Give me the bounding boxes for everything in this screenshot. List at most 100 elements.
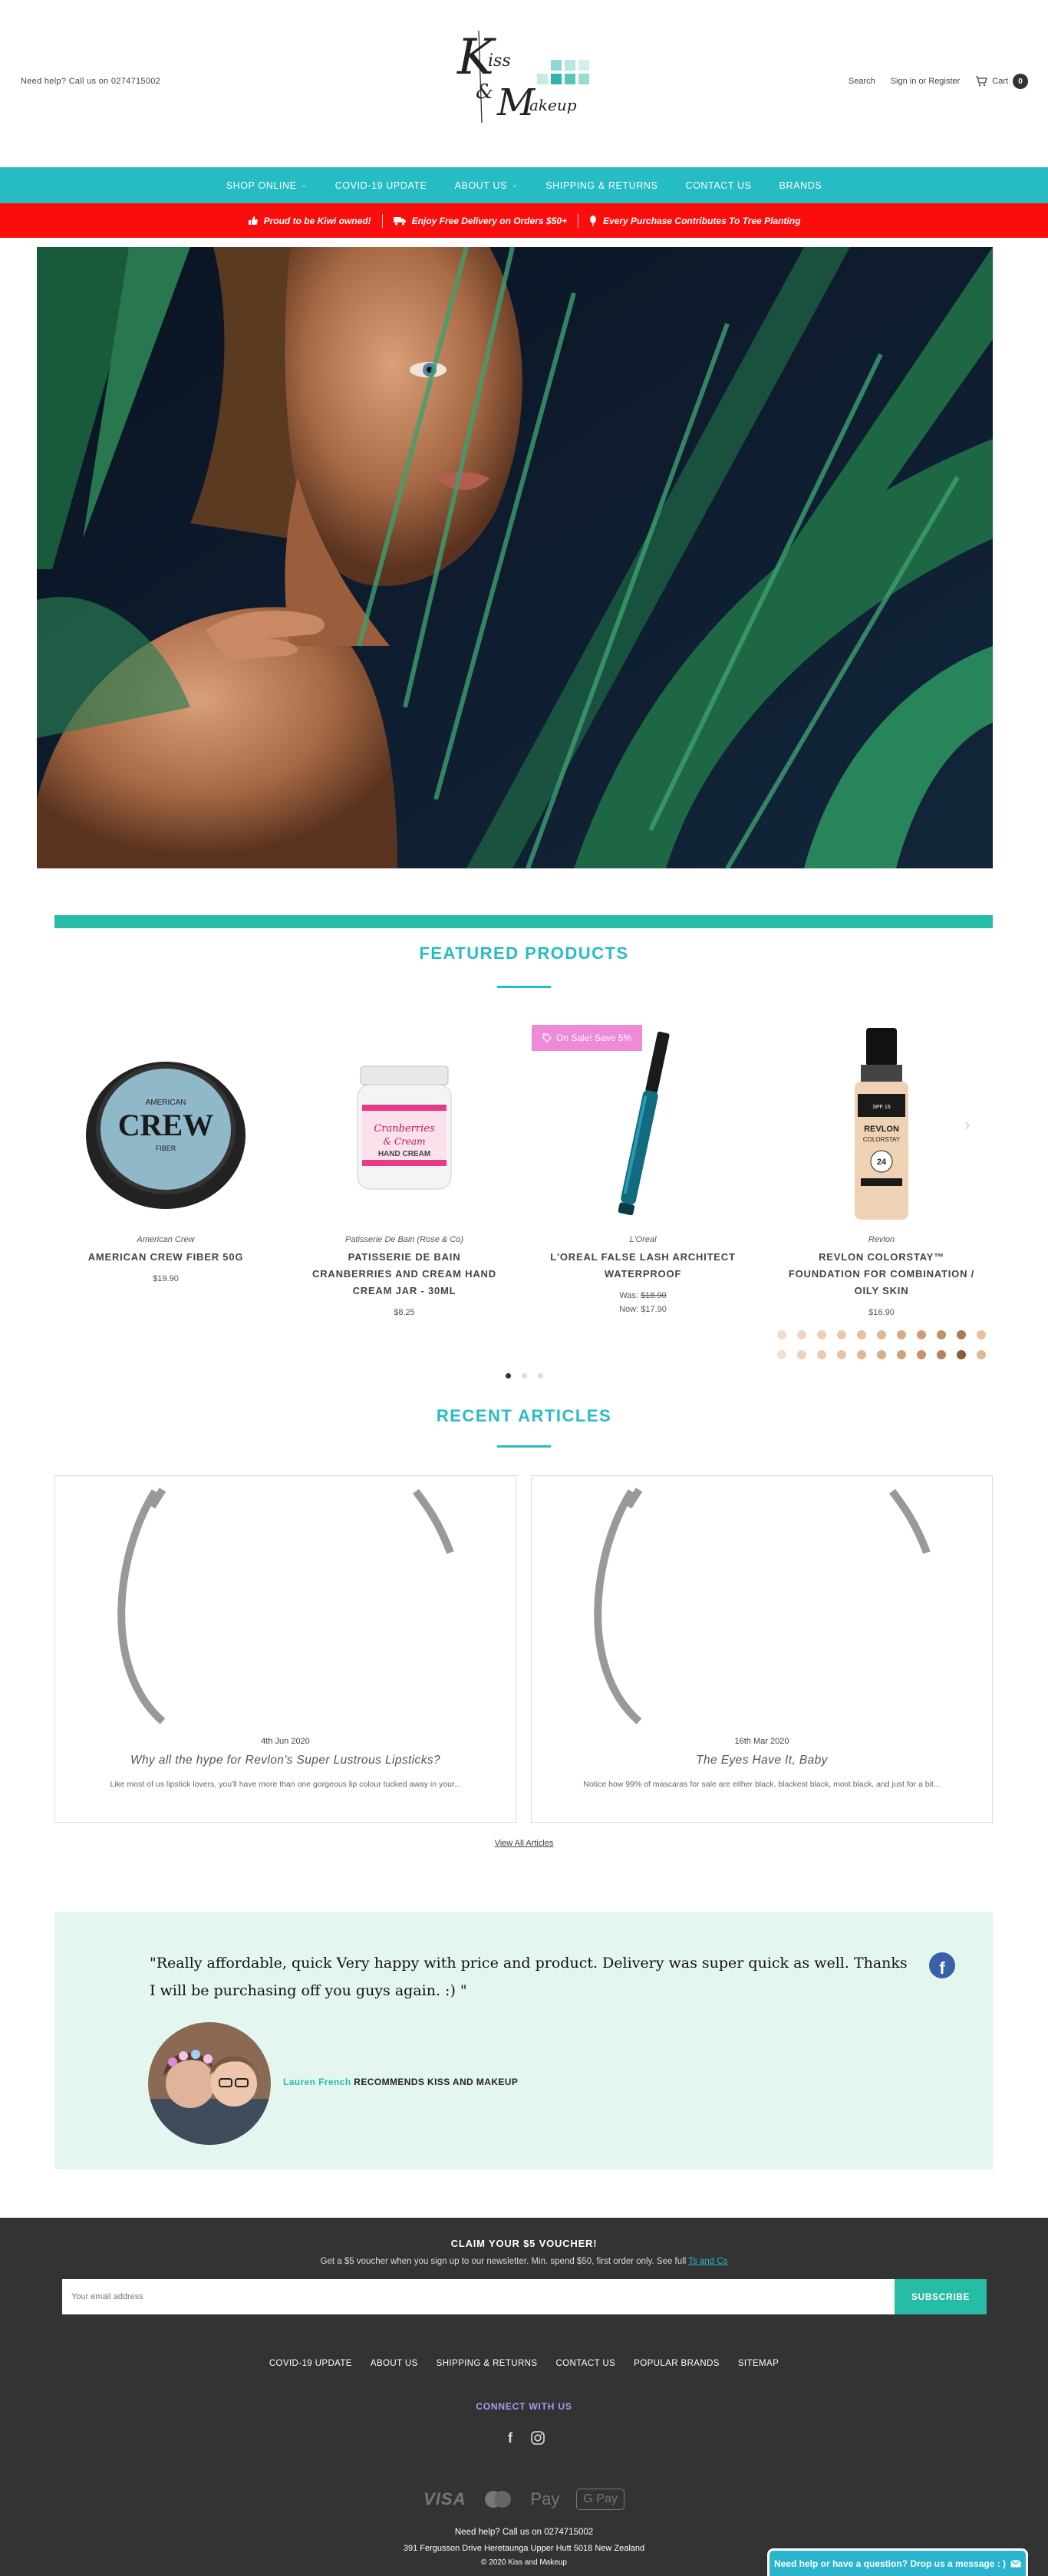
footer-link-about[interactable]: ABOUT US	[371, 2359, 418, 2368]
pagination-dot[interactable]	[537, 1373, 543, 1379]
promo-text: Proud to be Kiwi owned!	[263, 215, 371, 226]
footer-link-covid[interactable]: COVID-19 UPDATE	[269, 2359, 352, 2368]
footer-link-shipping[interactable]: SHIPPING & RETURNS	[437, 2359, 538, 2368]
article-excerpt: Notice how 99% of mascaras for sale are …	[583, 1780, 941, 1789]
shade-swatch[interactable]	[937, 1350, 946, 1359]
facebook-icon[interactable]: f	[503, 2429, 518, 2446]
shade-swatch[interactable]	[917, 1330, 926, 1339]
nav-covid-update[interactable]: COVID-19 UPDATE	[335, 180, 427, 191]
article-image-placeholder[interactable]	[532, 1476, 992, 1729]
shade-swatch[interactable]	[837, 1350, 846, 1359]
subscribe-button[interactable]: SUBSCRIBE	[895, 2279, 987, 2314]
search-link[interactable]: Search	[849, 77, 875, 86]
chevron-down-icon: ⌄	[512, 181, 519, 189]
shade-swatch[interactable]	[857, 1350, 866, 1359]
nav-brands[interactable]: BRANDS	[779, 180, 822, 191]
envelope-icon	[1010, 2559, 1021, 2567]
shade-swatch[interactable]	[897, 1350, 906, 1359]
product-card[interactable]: AMERICAN CREW FIBER American Crew AMERIC…	[54, 1020, 277, 1286]
avatar	[148, 2022, 271, 2145]
shade-swatch[interactable]	[817, 1330, 826, 1339]
chat-label: Need help or have a question? Drop us a …	[773, 2558, 1007, 2569]
chat-widget-button[interactable]: Need help or have a question? Drop us a …	[767, 2548, 1028, 2576]
connect-heading: CONNECT WITH US	[476, 2401, 572, 2412]
truck-icon	[393, 216, 406, 226]
shade-swatch[interactable]	[957, 1350, 966, 1359]
shade-swatch[interactable]	[837, 1330, 846, 1339]
product-name[interactable]: L'OREAL FALSE LASH ARCHITECT WATERPROOF	[532, 1249, 754, 1283]
article-card[interactable]: 4th Jun 2020 Why all the hype for Revlon…	[54, 1475, 516, 1823]
product-brand[interactable]: Revlon	[770, 1235, 993, 1244]
terms-link[interactable]: Ts and Cs	[688, 2257, 727, 2266]
shade-swatch[interactable]	[977, 1330, 986, 1339]
shade-swatch[interactable]	[777, 1330, 786, 1339]
apple-pay-icon: Pay	[530, 2489, 559, 2509]
article-title[interactable]: The Eyes Have It, Baby	[532, 1754, 992, 1767]
promo-trees: Every Purchase Contributes To Tree Plant…	[578, 215, 811, 226]
promo-bar: Proud to be Kiwi owned! Enjoy Free Deliv…	[0, 203, 1048, 238]
product-image[interactable]	[532, 1020, 754, 1227]
title-underline	[497, 986, 551, 988]
shade-swatch[interactable]	[857, 1330, 866, 1339]
product-name[interactable]: REVLON COLORSTAY™ FOUNDATION FOR COMBINA…	[770, 1249, 993, 1300]
article-image-placeholder[interactable]	[55, 1476, 516, 1729]
shade-swatch[interactable]	[777, 1350, 786, 1359]
product-brand[interactable]: American Crew	[54, 1235, 277, 1244]
view-all-articles-link[interactable]: View All Articles	[0, 1839, 1048, 1848]
chevron-down-icon: ⌄	[301, 181, 308, 189]
thumbs-up-icon	[248, 216, 258, 225]
author-name[interactable]: Lauren French	[283, 2077, 351, 2087]
product-brand[interactable]: Patisserie De Bain (Rose & Co)	[293, 1235, 516, 1244]
nav-about-us[interactable]: ABOUT US ⌄	[455, 180, 519, 191]
tree-icon	[590, 215, 597, 226]
site-logo[interactable]: K iss & M akeup	[453, 25, 606, 132]
product-brand[interactable]: L'Oreal	[532, 1235, 754, 1244]
hero-banner[interactable]	[37, 247, 993, 868]
shade-swatch[interactable]	[797, 1330, 806, 1339]
carousel-next-arrow-icon[interactable]: ›	[964, 1115, 970, 1135]
now-price: $17.90	[641, 1305, 667, 1314]
product-name[interactable]: PATISSERIE DE BAIN CRANBERRIES AND CREAM…	[293, 1249, 516, 1300]
svg-text:AMERICAN: AMERICAN	[146, 1099, 186, 1107]
featured-title: FEATURED PRODUCTS	[419, 944, 629, 963]
cart-button[interactable]: Cart 0	[975, 74, 1028, 89]
article-title[interactable]: Why all the hype for Revlon's Super Lust…	[55, 1754, 516, 1767]
svg-text:24: 24	[877, 1158, 887, 1167]
newsletter-email-input[interactable]	[62, 2279, 895, 2314]
shade-swatch[interactable]	[817, 1350, 826, 1359]
facebook-icon[interactable]: f	[929, 1952, 955, 1978]
footer-link-sitemap[interactable]: SITEMAP	[738, 2359, 779, 2368]
shade-swatch[interactable]	[937, 1330, 946, 1339]
shade-swatch[interactable]	[797, 1350, 806, 1359]
svg-text:&: &	[476, 81, 493, 104]
nav-contact-us[interactable]: CONTACT US	[685, 180, 751, 191]
shade-swatch[interactable]	[977, 1350, 986, 1359]
product-price: $19.90	[153, 1274, 179, 1283]
shade-swatch[interactable]	[957, 1330, 966, 1339]
promo-delivery: Enjoy Free Delivery on Orders $50+	[383, 216, 578, 226]
pagination-dot[interactable]	[521, 1373, 527, 1379]
product-card[interactable]: On Sale! Save 5% L'Oreal L'OREAL FALSE L…	[532, 1020, 754, 1316]
pagination-dot[interactable]	[505, 1373, 511, 1379]
instagram-icon[interactable]	[530, 2429, 545, 2446]
footer-link-contact[interactable]: CONTACT US	[555, 2359, 615, 2368]
header-help-text: Need help? Call us on 0274715002	[21, 77, 161, 86]
product-card[interactable]: SPF 15 REVLON COLORSTAY 24 Revlon REVLON…	[770, 1020, 993, 1359]
product-image[interactable]: Cranberries & Cream HAND CREAM	[293, 1020, 516, 1227]
product-image[interactable]: AMERICAN CREW FIBER	[54, 1020, 277, 1227]
tag-icon	[542, 1033, 552, 1043]
shade-swatch[interactable]	[877, 1330, 886, 1339]
product-name[interactable]: AMERICAN CREW FIBER 50G	[54, 1249, 277, 1266]
promo-text: Every Purchase Contributes To Tree Plant…	[603, 215, 801, 226]
shade-swatch[interactable]	[917, 1350, 926, 1359]
product-image[interactable]: SPF 15 REVLON COLORSTAY 24	[770, 1020, 993, 1227]
shade-swatch[interactable]	[877, 1350, 886, 1359]
product-carousel: AMERICAN CREW FIBER American Crew AMERIC…	[54, 1020, 993, 1359]
nav-shipping-returns[interactable]: SHIPPING & RETURNS	[545, 180, 657, 191]
product-card[interactable]: Cranberries & Cream HAND CREAM Patisseri…	[293, 1020, 516, 1319]
signin-link[interactable]: Sign in or Register	[891, 77, 961, 86]
article-card[interactable]: 16th Mar 2020 The Eyes Have It, Baby Not…	[531, 1475, 993, 1823]
shade-swatch[interactable]	[897, 1330, 906, 1339]
footer-link-brands[interactable]: POPULAR BRANDS	[634, 2359, 720, 2368]
nav-shop-online[interactable]: SHOP ONLINE ⌄	[226, 180, 308, 191]
